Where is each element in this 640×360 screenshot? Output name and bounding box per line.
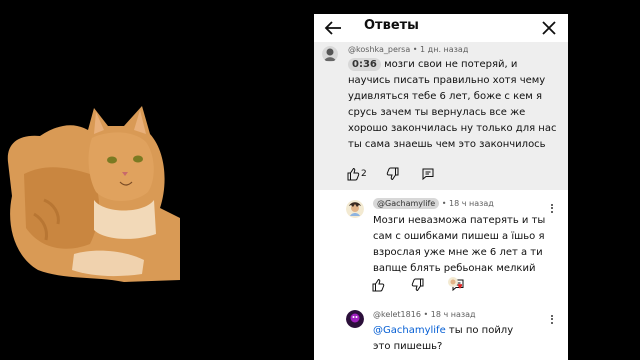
page-title: Ответы bbox=[364, 18, 419, 33]
like-icon[interactable] bbox=[346, 167, 360, 181]
meta-separator: • bbox=[423, 310, 431, 319]
replies-panel: Ответы @koshka_persa • 1 дн. назад 0:36 … bbox=[314, 14, 568, 360]
cat-image bbox=[7, 106, 180, 282]
meta-separator: • bbox=[412, 45, 421, 54]
comment-time: 18 ч назад bbox=[430, 310, 476, 319]
arrow-left-icon[interactable] bbox=[322, 17, 344, 39]
comment-time: 1 дн. назад bbox=[420, 45, 469, 54]
reply-comment: @kelet1816 • 18 ч назад @Gachamylife ты … bbox=[314, 298, 568, 360]
main-comment: @koshka_persa • 1 дн. назад 0:36 мозги с… bbox=[314, 42, 568, 190]
avatar[interactable] bbox=[346, 310, 364, 328]
comment-body: @Gachamylife ты по пойлу это пишешь? bbox=[373, 323, 523, 355]
dislike-icon[interactable] bbox=[386, 167, 400, 181]
like-count: 2 bbox=[361, 169, 367, 179]
more-options-icon[interactable] bbox=[549, 313, 555, 327]
like-icon[interactable] bbox=[371, 278, 385, 292]
comment-text: Мозги невазможа патерять и ты сам с ошиб… bbox=[373, 215, 546, 274]
creator-heart-icon bbox=[448, 277, 462, 289]
close-icon[interactable] bbox=[538, 17, 560, 39]
avatar[interactable] bbox=[322, 46, 338, 62]
replies-header: Ответы bbox=[314, 14, 568, 44]
meta-separator: • bbox=[441, 199, 449, 208]
dislike-icon[interactable] bbox=[411, 278, 425, 292]
comment-body: 0:36 мозги свои не потеряй, и научись пи… bbox=[348, 57, 558, 153]
reply-comment: @Gachamylife • 18 ч назад Мозги невазмож… bbox=[314, 190, 568, 298]
avatar[interactable] bbox=[346, 200, 364, 218]
comment-author[interactable]: @kelet1816 bbox=[373, 310, 421, 319]
mention-link[interactable]: @Gachamylife bbox=[373, 325, 446, 336]
comment-text: мозги свои не потеряй, и научись писать … bbox=[348, 59, 557, 150]
comment-author[interactable]: @Gachamylife bbox=[373, 198, 440, 209]
reply-icon[interactable] bbox=[421, 167, 435, 181]
comment-timestamp-link[interactable]: 0:36 bbox=[348, 58, 381, 71]
comment-author[interactable]: @koshka_persa bbox=[348, 45, 410, 54]
comment-time: 18 ч назад bbox=[449, 199, 494, 208]
